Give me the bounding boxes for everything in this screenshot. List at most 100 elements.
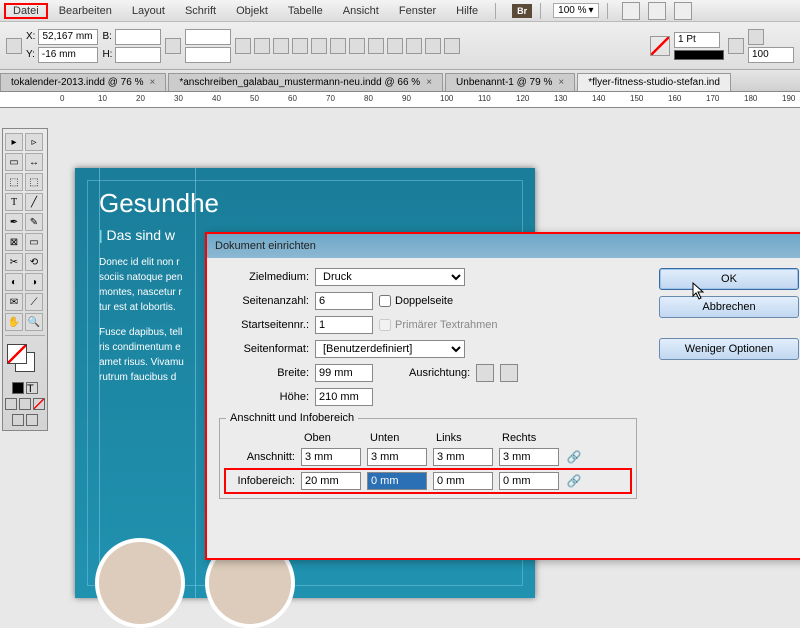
cancel-button[interactable]: Abbrechen [659, 296, 799, 318]
info-links[interactable] [433, 472, 493, 490]
menu-fenster[interactable]: Fenster [390, 3, 445, 19]
arrange-icon[interactable] [674, 2, 692, 20]
hoehe-input[interactable] [315, 388, 373, 406]
info-rechts[interactable] [499, 472, 559, 490]
y-input[interactable] [38, 47, 98, 63]
doc-tab-active[interactable]: *flyer-fitness-studio-stefan.ind [577, 73, 731, 91]
info-unten[interactable] [367, 472, 427, 490]
toolbar-icon[interactable] [311, 38, 327, 54]
h-input[interactable] [115, 47, 161, 63]
info-oben[interactable] [301, 472, 361, 490]
toolbar-icon[interactable] [387, 38, 403, 54]
close-icon[interactable]: × [426, 77, 432, 88]
view-mode-icon[interactable] [12, 414, 24, 426]
doc-tab[interactable]: tokalender-2013.indd @ 76 %× [0, 73, 166, 91]
toolbar-icon[interactable] [425, 38, 441, 54]
scissors-icon[interactable]: ✂ [5, 253, 23, 271]
link-icon[interactable]: 🔗 [565, 472, 583, 490]
page-tool-icon[interactable]: ▭ [5, 153, 23, 171]
pencil-tool-icon[interactable]: ✎ [25, 213, 43, 231]
w-input[interactable] [115, 29, 161, 45]
no-stroke-icon[interactable] [650, 36, 670, 56]
effects-icon[interactable] [728, 38, 744, 54]
type-color-icon[interactable]: T [26, 382, 38, 394]
menu-schrift[interactable]: Schrift [176, 3, 225, 19]
horizontal-ruler[interactable]: 0102030405060708090100110120130140150160… [0, 92, 800, 108]
toolbar-icon[interactable] [444, 38, 460, 54]
zoom-tool-icon[interactable]: 🔍 [25, 313, 43, 331]
toolbar-icon[interactable] [235, 38, 251, 54]
apply-color-icon[interactable] [12, 382, 24, 394]
ruler-mark: 190 [782, 94, 795, 103]
fill-stroke-swatch[interactable] [7, 344, 43, 374]
zielmedium-select[interactable]: Druck [315, 268, 465, 286]
toolbar-icon[interactable] [406, 38, 422, 54]
rectangle-icon[interactable]: ▭ [25, 233, 43, 251]
anschnitt-oben[interactable] [301, 448, 361, 466]
gap-tool-icon[interactable]: ↔ [25, 153, 43, 171]
link-icon[interactable]: 🔗 [565, 448, 583, 466]
menu-ansicht[interactable]: Ansicht [334, 3, 388, 19]
content-collector-icon[interactable]: ⬚ [5, 173, 23, 191]
view-mode-icon[interactable] [26, 414, 38, 426]
zoom-field[interactable]: 100 % ▾ [553, 3, 598, 18]
transform-icon[interactable]: ⟲ [25, 253, 43, 271]
ok-button[interactable]: OK [659, 268, 799, 290]
pen-tool-icon[interactable]: ✒ [5, 213, 23, 231]
startseite-input[interactable] [315, 316, 373, 334]
color-icon[interactable] [5, 398, 17, 410]
x-input[interactable] [38, 29, 98, 45]
doc-tab[interactable]: *anschreiben_galabau_mustermann-neu.indd… [168, 73, 443, 91]
toolbar-icon[interactable] [368, 38, 384, 54]
line-tool-icon[interactable]: ╱ [25, 193, 43, 211]
menu-layout[interactable]: Layout [123, 3, 174, 19]
menu-bearbeiten[interactable]: Bearbeiten [50, 3, 121, 19]
gradient-swatch-icon[interactable]: ◐ [5, 273, 23, 291]
less-options-button[interactable]: Weniger Optionen [659, 338, 799, 360]
scale-y-input[interactable] [185, 47, 231, 63]
close-icon[interactable]: × [558, 77, 564, 88]
anschnitt-unten[interactable] [367, 448, 427, 466]
screen-mode-icon[interactable] [648, 2, 666, 20]
view-options-icon[interactable] [622, 2, 640, 20]
constrain-icon[interactable] [165, 38, 181, 54]
stroke-color-swatch[interactable] [674, 50, 724, 60]
seitenformat-select[interactable]: [Benutzerdefiniert] [315, 340, 465, 358]
doc-tab[interactable]: Unbenannt-1 @ 79 %× [445, 73, 575, 91]
toolbar-icon[interactable] [254, 38, 270, 54]
anschnitt-rechts[interactable] [499, 448, 559, 466]
landscape-icon[interactable] [500, 364, 518, 382]
hand-tool-icon[interactable]: ✋ [5, 313, 23, 331]
portrait-icon[interactable] [476, 364, 494, 382]
seitenanzahl-input[interactable] [315, 292, 373, 310]
toolbar-icon[interactable] [273, 38, 289, 54]
none-icon[interactable] [33, 398, 45, 410]
rectangle-frame-icon[interactable]: ⊠ [5, 233, 23, 251]
menu-objekt[interactable]: Objekt [227, 3, 277, 19]
menu-tabelle[interactable]: Tabelle [279, 3, 332, 19]
ausrichtung-label: Ausrichtung: [409, 367, 470, 379]
type-tool-icon[interactable]: T [5, 193, 23, 211]
close-icon[interactable]: × [149, 77, 155, 88]
breite-input[interactable] [315, 364, 373, 382]
stroke-weight-input[interactable] [674, 32, 720, 48]
eyedropper-icon[interactable]: ⟋ [25, 293, 43, 311]
opacity-input[interactable] [748, 47, 794, 63]
selection-tool-icon[interactable]: ▸ [5, 133, 23, 151]
toolbar-icon[interactable] [349, 38, 365, 54]
ref-point-icon[interactable] [6, 38, 22, 54]
doppelseite-checkbox[interactable]: Doppelseite [379, 295, 453, 307]
direct-selection-tool-icon[interactable]: ▹ [25, 133, 43, 151]
opacity-icon[interactable] [748, 29, 764, 45]
gradient-icon[interactable] [19, 398, 31, 410]
menu-datei[interactable]: Datei [4, 3, 48, 19]
gradient-feather-icon[interactable]: ◑ [25, 273, 43, 291]
menu-hilfe[interactable]: Hilfe [447, 3, 487, 19]
toolbar-icon[interactable] [330, 38, 346, 54]
bridge-icon[interactable]: Br [512, 4, 532, 18]
note-tool-icon[interactable]: ✉ [5, 293, 23, 311]
toolbar-icon[interactable] [292, 38, 308, 54]
content-placer-icon[interactable]: ⬚ [25, 173, 43, 191]
scale-x-input[interactable] [185, 29, 231, 45]
anschnitt-links[interactable] [433, 448, 493, 466]
